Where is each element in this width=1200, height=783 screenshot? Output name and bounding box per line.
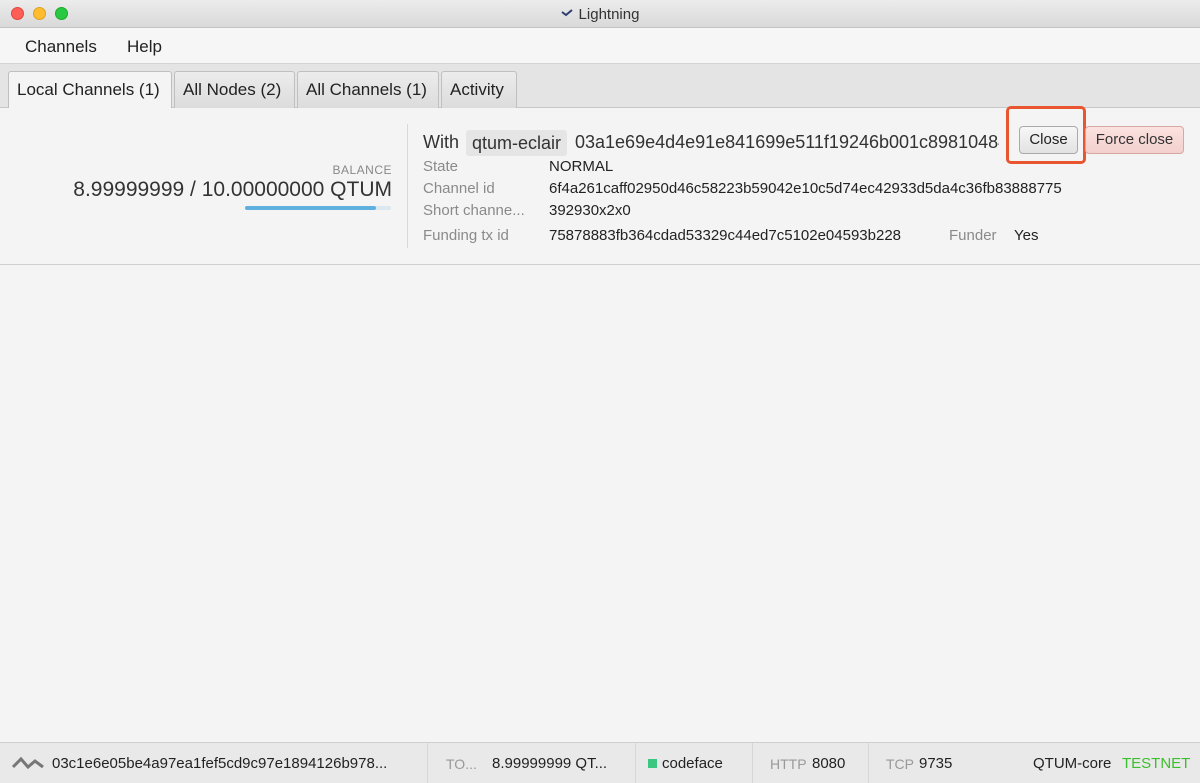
funder-label: Funder [949,227,997,244]
tcp-label: TCP [886,756,914,772]
funding-tx-value[interactable]: 75878883fb364cdad53329c44ed7c5102e04593b… [549,227,922,244]
short-channel-value[interactable]: 392930x2x0 [549,202,631,219]
tcp-port: 9735 [919,755,953,772]
menu-channels[interactable]: Channels [25,37,97,57]
balance-bar [245,206,391,210]
funding-tx-label: Funding tx id [423,227,509,244]
close-channel-button[interactable]: Close [1019,126,1078,154]
balance-value: 8.99999999 / 10.00000000 QTUM [73,178,392,201]
status-total-value: 8.99999999 QT... [492,755,608,772]
node-wave-icon [11,755,44,775]
status-node-id[interactable]: 03c1e6e05be4a97ea1fef5cd9c97e1894126b978… [52,755,387,772]
channel-id-value[interactable]: 6f4a261caff02950d46c58223b59042e10c5d74e… [549,180,1062,197]
status-backend: QTUM-core [1033,755,1112,772]
alias-color-icon [648,759,657,768]
short-channel-label: Short channe... [423,202,525,219]
status-total-label: TO... [446,756,477,772]
status-alias: codeface [636,743,753,783]
status-bar: 03c1e6e05be4a97ea1fef5cd9c97e1894126b978… [0,742,1200,783]
funder-value: Yes [1014,227,1039,244]
tab-all-nodes[interactable]: All Nodes (2) [174,71,295,108]
tab-local-channels[interactable]: Local Channels (1) [8,71,172,109]
menu-bar: Channels Help [0,28,1200,64]
state-value: NORMAL [549,158,614,175]
force-close-button[interactable]: Force close [1085,126,1184,154]
status-total: TO... 8.99999999 QT... [428,743,636,783]
window-title-text: Lightning [578,6,640,23]
node-alias: qtum-eclair [466,130,568,156]
lightning-icon [560,7,573,24]
state-label: State [423,158,459,175]
channel-id-label: Channel id [423,180,495,197]
status-tcp: TCP 9735 [869,743,973,783]
node-id[interactable]: 03a1e69e4d4e91e841699e511f19246b001c8981… [575,132,999,153]
title-bar: Lightning [0,0,1200,28]
tab-all-channels[interactable]: All Channels (1) [297,71,439,108]
balance-bar-fill [245,206,377,210]
tab-activity[interactable]: Activity [441,71,517,108]
status-alias-text: codeface [662,755,723,772]
status-node: 03c1e6e05be4a97ea1fef5cd9c97e1894126b978… [0,743,428,783]
http-label: HTTP [770,756,807,772]
window-title: Lightning [0,6,1200,24]
status-http: HTTP 8080 [753,743,869,783]
balance-label: BALANCE [332,163,392,177]
with-label: With [423,132,459,152]
menu-help[interactable]: Help [127,37,162,57]
http-port: 8080 [812,755,846,772]
card-divider [407,124,408,248]
status-network: TESTNET [1122,755,1191,772]
tab-bar: Local Channels (1) All Nodes (2) All Cha… [0,64,1200,109]
